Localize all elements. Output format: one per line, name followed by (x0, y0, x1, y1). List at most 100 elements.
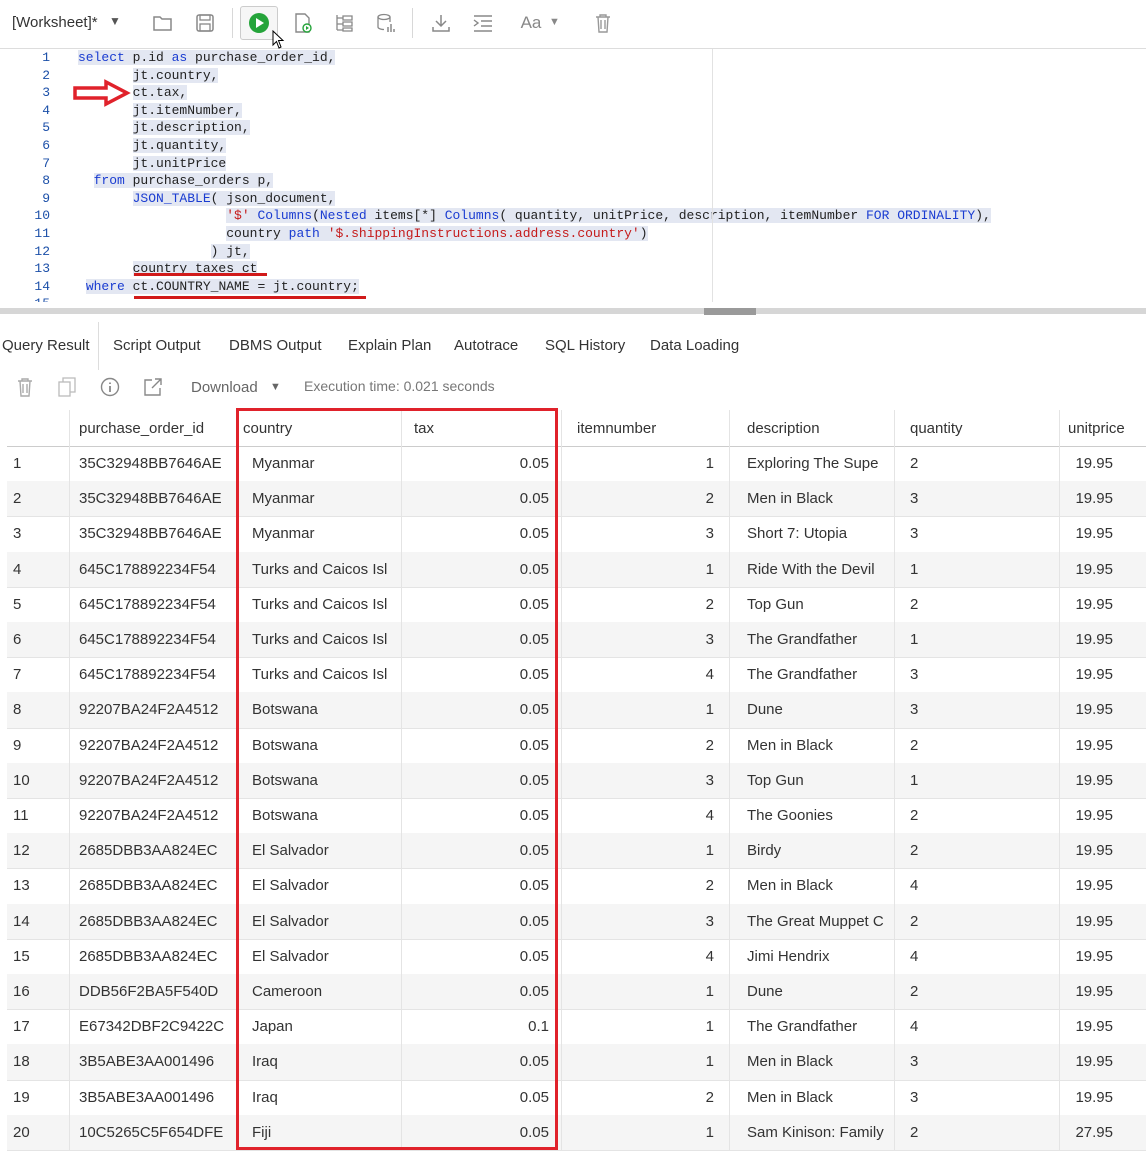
cell-country[interactable]: El Salvador (237, 868, 402, 904)
code-line[interactable]: country path '$.shippingInstructions.add… (78, 225, 991, 243)
cell-unitprice[interactable]: 19.95 (1060, 904, 1146, 939)
cell-quantity[interactable]: 2 (895, 1114, 1060, 1150)
code-area[interactable]: select p.id as purchase_order_id, jt.cou… (78, 49, 991, 302)
cell-tax[interactable]: 0.05 (402, 657, 562, 693)
cell-purchase-order-id[interactable]: E67342DBF2C9422C (70, 1009, 237, 1045)
table-row[interactable]: 20 10C5265C5F654DFE Fiji 0.05 1 Sam Kinison: … (7, 1114, 1146, 1151)
cell-description[interactable]: Sam Kinison: Family (730, 1114, 895, 1150)
table-row[interactable]: 2 35C32948BB7646AE Myanmar 0.05 2 Men in Blac… (7, 481, 1146, 518)
cell-purchase-order-id[interactable]: 10C5265C5F654DFE (70, 1114, 237, 1150)
code-line[interactable]: JSON_TABLE( json_document, (78, 190, 991, 208)
cell-description[interactable]: Exploring The Supe (730, 446, 895, 482)
cell-country[interactable]: Turks and Caicos Isl (237, 551, 402, 587)
cell-row-number[interactable]: 9 (7, 727, 70, 763)
cell-quantity[interactable]: 3 (895, 692, 1060, 728)
cell-quantity[interactable]: 2 (895, 798, 1060, 834)
cell-tax[interactable]: 0.05 (402, 762, 562, 798)
cell-description[interactable]: Men in Black (730, 481, 895, 517)
cell-description[interactable]: Men in Black (730, 1044, 895, 1080)
table-row[interactable]: 5 645C178892234F54 Turks and Caicos Isl 0.0… (7, 586, 1146, 623)
tab-data-loading[interactable]: Data Loading (650, 322, 739, 370)
cell-description[interactable]: The Great Muppet C (730, 903, 895, 939)
cell-country[interactable]: Japan (237, 1009, 402, 1045)
cell-quantity[interactable]: 2 (895, 586, 1060, 622)
column-header-purchase-order-id[interactable]: purchase_order_id (70, 410, 237, 446)
table-row[interactable]: 4 645C178892234F54 Turks and Caicos Isl 0.0… (7, 551, 1146, 588)
cell-row-number[interactable]: 1 (7, 446, 70, 482)
cell-purchase-order-id[interactable]: DDB56F2BA5F540D (70, 974, 237, 1010)
cell-description[interactable]: Men in Black (730, 868, 895, 904)
code-line[interactable]: jt.itemNumber, (78, 102, 991, 120)
cell-country[interactable]: El Salvador (237, 903, 402, 939)
cell-purchase-order-id[interactable]: 92207BA24F2A4512 (70, 762, 237, 798)
cell-country[interactable]: Myanmar (237, 516, 402, 552)
cell-unitprice[interactable]: 27.95 (1060, 1115, 1146, 1150)
table-row[interactable]: 9 92207BA24F2A4512 Botswana 0.05 2 Men in Bla… (7, 727, 1146, 764)
explain-plan-icon[interactable] (331, 10, 357, 36)
cell-itemnumber[interactable]: 1 (562, 446, 730, 482)
cell-unitprice[interactable]: 19.95 (1060, 728, 1146, 763)
cell-tax[interactable]: 0.05 (402, 938, 562, 974)
autotrace-icon[interactable] (373, 10, 399, 36)
cell-quantity[interactable]: 3 (895, 481, 1060, 517)
cell-country[interactable]: Turks and Caicos Isl (237, 657, 402, 693)
cell-purchase-order-id[interactable]: 2685DBB3AA824EC (70, 938, 237, 974)
cell-row-number[interactable]: 16 (7, 974, 70, 1010)
cell-itemnumber[interactable]: 1 (562, 1044, 730, 1080)
code-line[interactable]: ) jt, (78, 243, 991, 261)
table-row[interactable]: 18 3B5ABE3AA001496 Iraq 0.05 1 Men in Black 3 1… (7, 1044, 1146, 1081)
cell-row-number[interactable]: 14 (7, 903, 70, 939)
cell-row-number[interactable]: 12 (7, 833, 70, 869)
table-row[interactable]: 15 2685DBB3AA824EC El Salvador 0.05 4 Jimi He… (7, 938, 1146, 975)
cell-tax[interactable]: 0.05 (402, 974, 562, 1010)
cell-country[interactable]: Myanmar (237, 481, 402, 517)
cell-itemnumber[interactable]: 1 (562, 692, 730, 728)
cell-quantity[interactable]: 4 (895, 938, 1060, 974)
cell-unitprice[interactable]: 19.95 (1060, 833, 1146, 868)
info-icon[interactable] (99, 376, 121, 398)
cell-description[interactable]: Ride With the Devil (730, 551, 895, 587)
cell-tax[interactable]: 0.05 (402, 727, 562, 763)
cell-quantity[interactable]: 2 (895, 974, 1060, 1010)
table-row[interactable]: 8 92207BA24F2A4512 Botswana 0.05 1 Dune 3 19.95 (7, 692, 1146, 729)
cell-row-number[interactable]: 5 (7, 586, 70, 622)
cell-unitprice[interactable]: 19.95 (1060, 481, 1146, 516)
cell-description[interactable]: The Grandfather (730, 1009, 895, 1045)
tab-query-result[interactable]: Query Result (2, 322, 99, 370)
cell-unitprice[interactable]: 19.95 (1060, 1080, 1146, 1115)
cell-purchase-order-id[interactable]: 645C178892234F54 (70, 551, 237, 587)
cell-description[interactable]: Birdy (730, 833, 895, 869)
tab-autotrace[interactable]: Autotrace (454, 322, 518, 370)
code-line[interactable]: jt.quantity, (78, 137, 991, 155)
cell-tax[interactable]: 0.05 (402, 833, 562, 869)
table-row[interactable]: 13 2685DBB3AA824EC El Salvador 0.05 2 Men in … (7, 868, 1146, 905)
cell-unitprice[interactable]: 19.95 (1060, 798, 1146, 833)
cell-country[interactable]: Botswana (237, 798, 402, 834)
cell-row-number[interactable]: 18 (7, 1044, 70, 1080)
delete-icon[interactable] (590, 10, 616, 36)
download-button[interactable]: Download (191, 379, 258, 396)
cell-quantity[interactable]: 2 (895, 833, 1060, 869)
cell-quantity[interactable]: 4 (895, 1009, 1060, 1045)
cell-tax[interactable]: 0.05 (402, 692, 562, 728)
cell-row-number[interactable]: 11 (7, 798, 70, 834)
code-line[interactable]: jt.country, (78, 67, 991, 85)
cell-description[interactable]: The Goonies (730, 798, 895, 834)
cell-description[interactable]: Men in Black (730, 727, 895, 763)
cell-itemnumber[interactable]: 3 (562, 762, 730, 798)
cell-country[interactable]: Botswana (237, 762, 402, 798)
cell-itemnumber[interactable]: 3 (562, 622, 730, 658)
cell-description[interactable]: Top Gun (730, 586, 895, 622)
cell-tax[interactable]: 0.05 (402, 622, 562, 658)
cell-tax[interactable]: 0.05 (402, 586, 562, 622)
cell-purchase-order-id[interactable]: 645C178892234F54 (70, 657, 237, 693)
cell-itemnumber[interactable]: 4 (562, 798, 730, 834)
cell-country[interactable]: Botswana (237, 727, 402, 763)
table-row[interactable]: 17 E67342DBF2C9422C Japan 0.1 1 The Grandfath… (7, 1009, 1146, 1046)
tab-script-output[interactable]: Script Output (113, 322, 201, 370)
cell-country[interactable]: Turks and Caicos Isl (237, 586, 402, 622)
cell-unitprice[interactable]: 19.95 (1060, 1009, 1146, 1044)
table-row[interactable]: 7 645C178892234F54 Turks and Caicos Isl 0.0… (7, 657, 1146, 694)
cell-purchase-order-id[interactable]: 2685DBB3AA824EC (70, 868, 237, 904)
column-header-row-number[interactable] (7, 410, 70, 446)
